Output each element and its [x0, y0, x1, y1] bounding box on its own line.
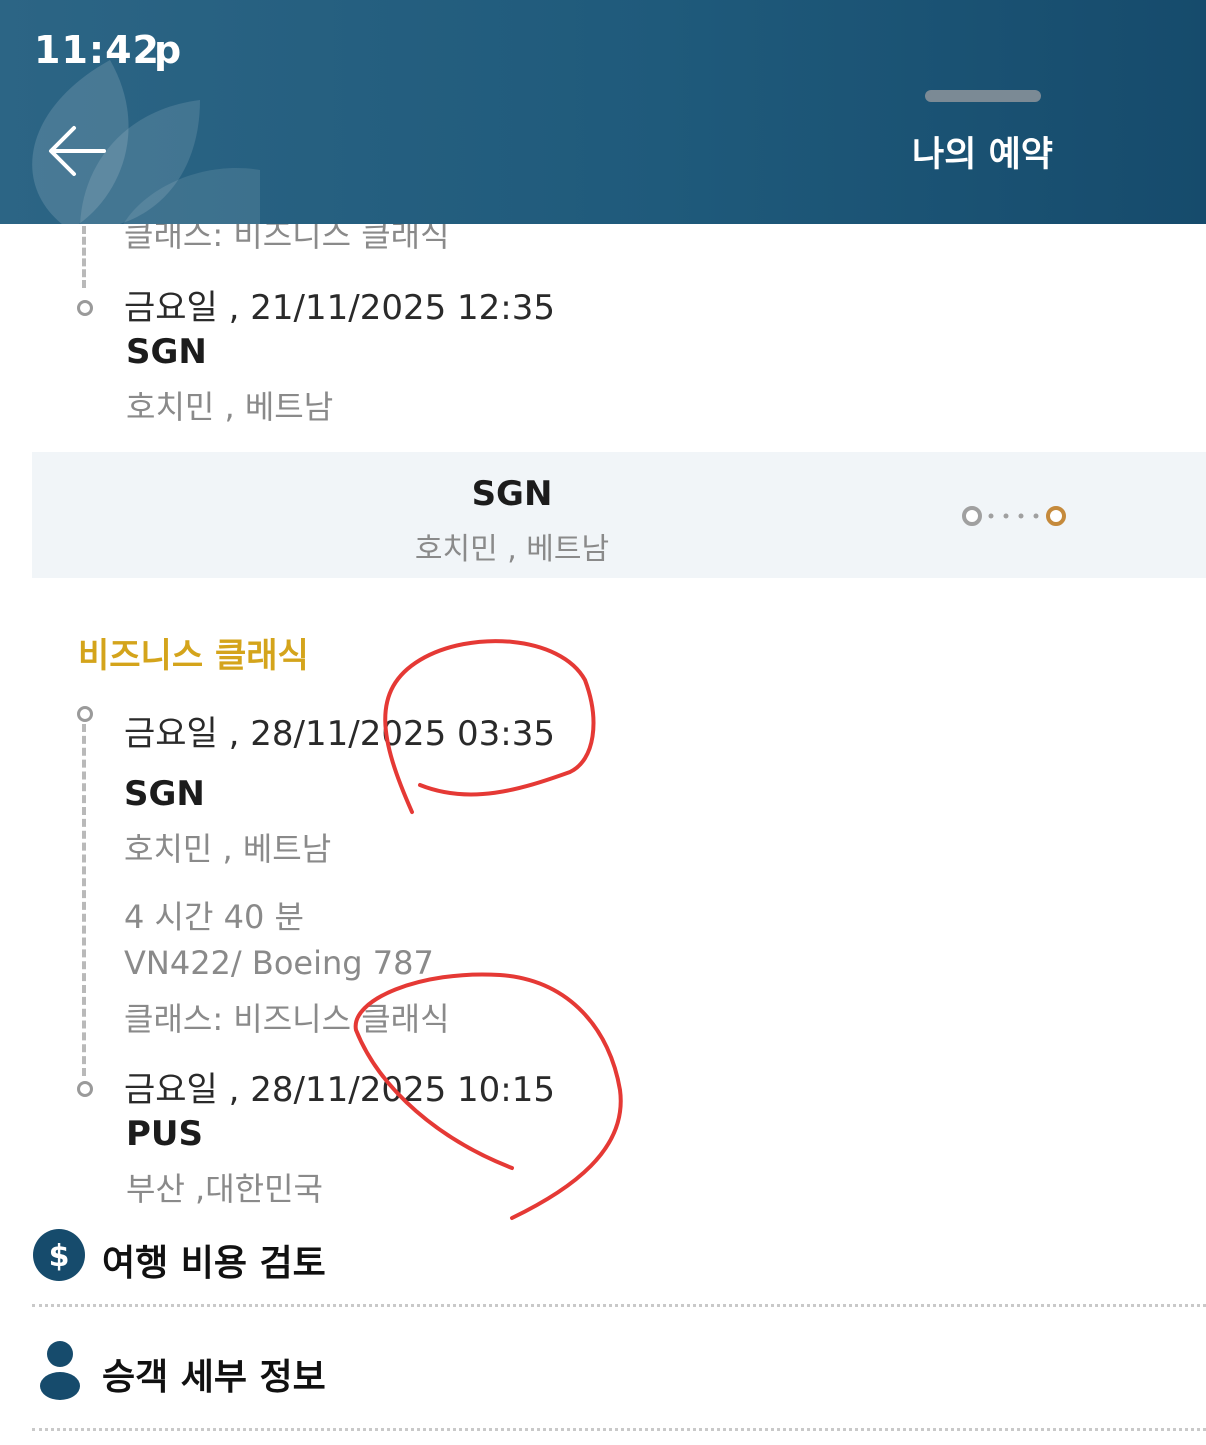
stopover-banner: SGN 호치민 , 베트남 — [32, 452, 1206, 578]
divider — [32, 1428, 1206, 1431]
trip-cost-review-row[interactable]: $ 여행 비용 검토 — [32, 1216, 1206, 1296]
prev-arrival-city: 호치민 , 베트남 — [126, 388, 334, 426]
connection-icon — [962, 506, 1066, 526]
flight-number: VN422/ Boeing 787 — [124, 944, 434, 982]
sheet-grab-handle[interactable] — [925, 90, 1041, 102]
dollar-icon: $ — [33, 1229, 85, 1281]
stopover-city: 호치민 , 베트남 — [414, 532, 610, 567]
svg-text:$: $ — [49, 1239, 70, 1274]
status-parking-indicator: p — [154, 28, 182, 72]
page-title: 나의 예약 — [912, 135, 1053, 175]
arrival-city: 부산 ,대한민국 — [126, 1170, 323, 1208]
prev-arrival-code: SGN — [126, 332, 207, 372]
timeline-line — [82, 724, 86, 1076]
departure-city: 호치민 , 베트남 — [124, 830, 332, 868]
passenger-details-row[interactable]: 승객 세부 정보 — [32, 1330, 1206, 1410]
prev-arrival-datetime: 금요일 , 21/11/2025 12:35 — [124, 288, 556, 328]
timeline-line — [82, 226, 86, 288]
person-icon — [40, 1341, 80, 1400]
back-button[interactable] — [44, 118, 114, 188]
stopover-code: SGN — [471, 474, 553, 514]
departure-datetime: 금요일 , 28/11/2025 03:35 — [124, 714, 556, 754]
arrival-datetime: 금요일 , 28/11/2025 10:15 — [124, 1070, 556, 1110]
trip-cost-review-label: 여행 비용 검토 — [102, 1243, 326, 1284]
cabin-class-title: 비즈니스 클래식 — [78, 636, 309, 676]
departure-dot — [77, 706, 93, 722]
arrival-code: PUS — [126, 1114, 204, 1154]
departure-code: SGN — [124, 774, 205, 814]
arrival-dot — [77, 300, 93, 316]
arrow-left-icon — [49, 126, 106, 176]
cabin-class-line: 클래스: 비즈니스 클래식 — [124, 1000, 450, 1038]
passenger-details-label: 승객 세부 정보 — [102, 1357, 326, 1398]
flight-duration: 4 시간 40 분 — [124, 898, 304, 936]
app-header: 11:42 p 나의 예약 — [0, 0, 1206, 224]
status-time: 11:42 — [34, 28, 160, 72]
divider — [32, 1304, 1206, 1307]
arrival-dot — [77, 1081, 93, 1097]
